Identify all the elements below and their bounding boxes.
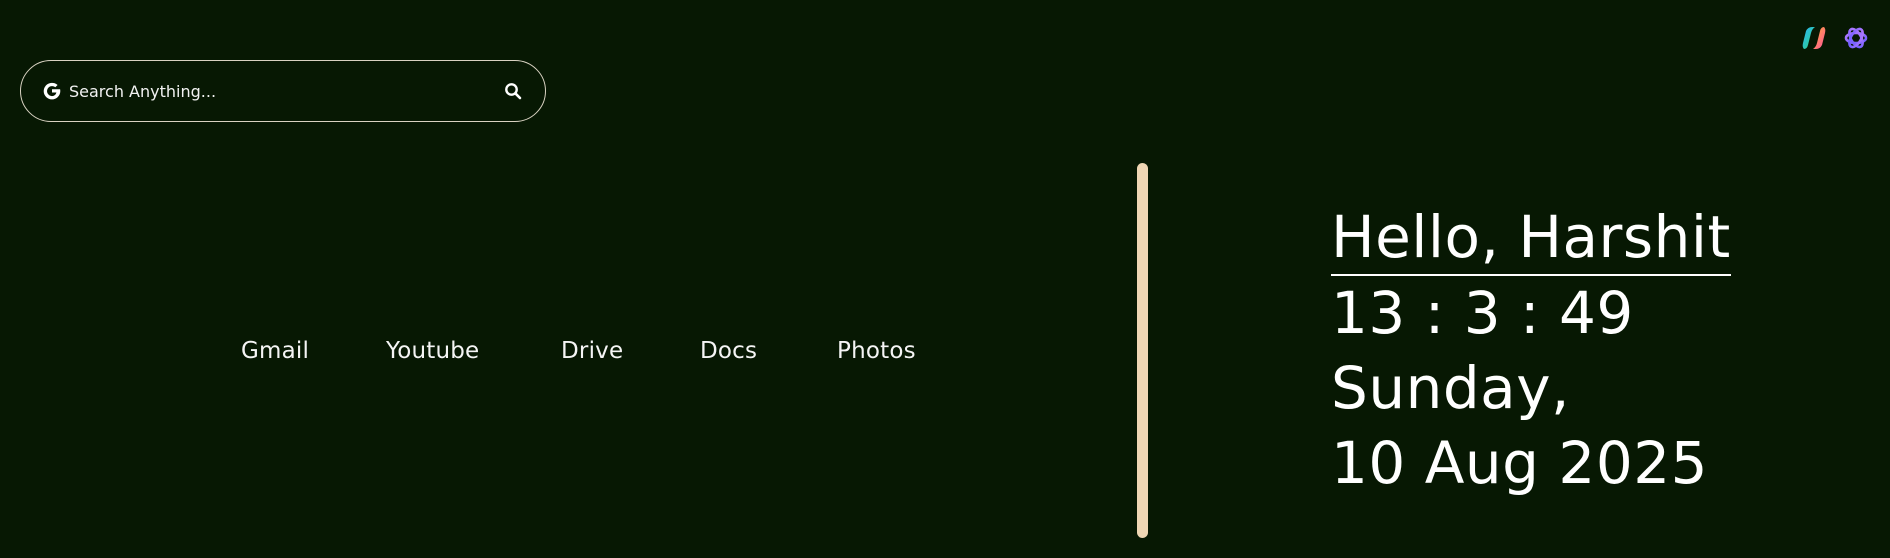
vertical-divider (1137, 163, 1148, 538)
greeting-text: Hello, Harshit (1331, 200, 1731, 276)
date-text: 10 Aug 2025 (1331, 429, 1709, 497)
link-photos[interactable]: Photos (837, 338, 916, 364)
ai-assistant-icon[interactable] (1842, 24, 1870, 52)
search-icon[interactable] (501, 79, 525, 103)
new-tab-page: Gmail Youtube Drive Docs Photos Hello, H… (0, 0, 1890, 558)
link-gmail[interactable]: Gmail (241, 338, 309, 364)
copilot-icon[interactable] (1800, 24, 1828, 52)
clock-time: 13 : 3 : 49 (1331, 279, 1634, 347)
greeting-panel: Hello, Harshit 13 : 3 : 49 Sunday, 10 Au… (1331, 200, 1731, 501)
quick-links: Gmail Youtube Drive Docs Photos (0, 338, 1135, 368)
google-g-icon (41, 80, 63, 102)
link-docs[interactable]: Docs (700, 338, 757, 364)
search-input[interactable] (69, 81, 501, 101)
extension-icons (1800, 24, 1870, 52)
link-youtube[interactable]: Youtube (386, 338, 479, 364)
link-drive[interactable]: Drive (561, 338, 623, 364)
search-bar (20, 60, 546, 122)
weekday-text: Sunday, (1331, 354, 1570, 422)
